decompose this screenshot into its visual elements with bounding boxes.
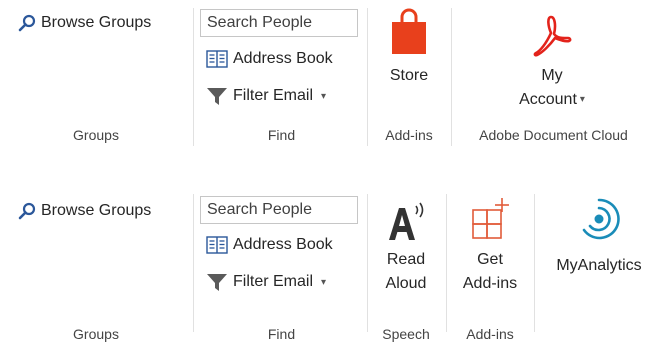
account-label: Account: [519, 91, 577, 109]
divider: [446, 194, 447, 332]
group-label-groups: Groups: [73, 127, 119, 143]
ribbon-bottom: Browse Groups Groups Address Book Fil: [0, 186, 655, 342]
group-label-groups: Groups: [73, 326, 119, 342]
filter-email-label: Filter Email: [233, 273, 314, 290]
analytics-group: MyAnalytics: [536, 186, 655, 336]
address-book-label: Address Book: [233, 50, 333, 67]
divider: [193, 8, 194, 146]
group-label-find: Find: [267, 326, 296, 342]
myanalytics-label: MyAnalytics: [556, 257, 642, 274]
search-icon: [18, 14, 36, 32]
divider: [367, 8, 368, 146]
store-label: Store: [389, 67, 429, 84]
addins-label: Add-ins: [462, 275, 518, 292]
browse-groups-label: Browse Groups: [41, 202, 152, 219]
myanalytics-button[interactable]: MyAnalytics: [544, 196, 654, 278]
store-bag-icon: [392, 8, 426, 54]
speech-group: Read Aloud Speech: [370, 186, 442, 342]
browse-groups-label: Browse Groups: [41, 14, 152, 31]
store-button[interactable]: Store: [369, 8, 449, 88]
group-label-addins: Add-ins: [385, 127, 433, 143]
search-people-input[interactable]: [200, 196, 358, 224]
find-group: Address Book Filter Email ▾ Find: [200, 0, 363, 150]
read-label: Read: [386, 251, 426, 268]
filter-email-label: Filter Email: [233, 87, 314, 104]
chevron-down-icon: ▾: [579, 94, 585, 105]
groups-group: Browse Groups Groups: [0, 0, 192, 150]
get-addins-icon: [472, 198, 509, 239]
address-book-icon: [206, 236, 228, 254]
chevron-down-icon: ▾: [321, 276, 327, 288]
find-group: Address Book Filter Email ▾ Find: [200, 186, 363, 342]
filter-icon: [207, 274, 227, 291]
aloud-label: Aloud: [385, 275, 427, 292]
group-label-adobe: Adobe Document Cloud: [479, 127, 628, 143]
divider: [193, 194, 194, 332]
address-book-button[interactable]: Address Book: [206, 50, 333, 68]
chevron-down-icon: ▾: [321, 90, 327, 102]
browse-groups-button[interactable]: Browse Groups: [18, 14, 151, 32]
ribbon-top: Browse Groups Groups Address Book Fil: [0, 0, 655, 150]
get-label: Get: [477, 251, 503, 268]
filter-email-button[interactable]: Filter Email ▾: [206, 272, 326, 292]
addins-group: Get Add-ins Add-ins: [450, 186, 530, 342]
filter-icon: [207, 88, 227, 105]
myanalytics-icon: [582, 198, 620, 240]
filter-email-button[interactable]: Filter Email ▾: [206, 86, 326, 106]
groups-group: Browse Groups Groups: [0, 186, 192, 342]
address-book-button[interactable]: Address Book: [206, 236, 333, 254]
addins-group: Store Add-ins: [369, 0, 449, 150]
get-addins-button[interactable]: Get Add-ins: [450, 196, 530, 296]
divider: [367, 194, 368, 332]
search-icon: [18, 202, 36, 220]
my-label: My: [541, 67, 563, 84]
group-label-find: Find: [267, 127, 296, 143]
read-aloud-icon: [389, 202, 424, 240]
group-label-addins: Add-ins: [466, 326, 514, 342]
address-book-label: Address Book: [233, 236, 333, 253]
read-aloud-button[interactable]: Read Aloud: [370, 198, 442, 296]
address-book-icon: [206, 50, 228, 68]
group-label-speech: Speech: [382, 326, 430, 342]
adobe-acrobat-icon: [533, 15, 572, 57]
divider: [534, 194, 535, 332]
search-people-input[interactable]: [200, 9, 358, 37]
browse-groups-button[interactable]: Browse Groups: [18, 202, 151, 220]
my-account-button[interactable]: My Account ▾: [502, 14, 602, 112]
adobe-group: My Account ▾ Adobe Document Cloud: [452, 0, 655, 150]
